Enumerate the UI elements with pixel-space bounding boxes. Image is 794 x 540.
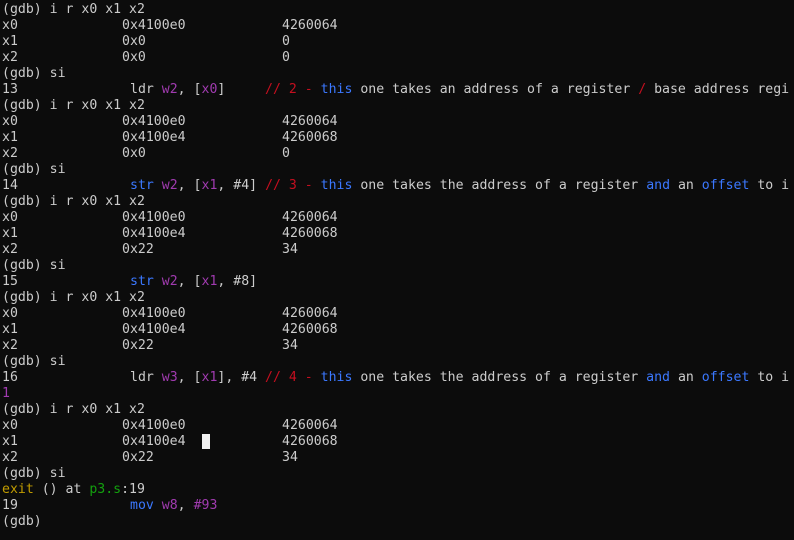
line-number: 19 [2,498,18,513]
register-row: x0 0x4100e0 4260064 [2,114,338,129]
gdb-terminal[interactable]: (gdb) i r x0 x1 x2 x0 0x4100e0 4260064 x1 0… [0,0,794,540]
wrapped-text: 1 [2,386,10,401]
register-row: x0 0x4100e0 4260064 [2,306,338,321]
source-line: 15 str w2, [x1, #8] [2,274,258,289]
register-row: x2 0x22 34 [2,450,298,465]
line-number: 16 [2,370,18,385]
command-line: (gdb) i r x0 x1 x2 [2,402,145,417]
register-row: x0 0x4100e0 4260064 [2,418,338,433]
command-line: (gdb) i r x0 x1 x2 [2,2,145,17]
register-row: x2 0x22 34 [2,338,298,353]
line-number: 15 [2,274,18,289]
register-row: x1 0x4100e4 4260068 [2,226,338,241]
line-number: 13 [2,82,18,97]
register-row: x1 0x0 0 [2,34,290,49]
register-row: x2 0x22 34 [2,242,298,257]
register-row: x2 0x0 0 [2,50,290,65]
command-line: (gdb) si [2,466,66,481]
register-row: x1 0x4100e4 4260068 [2,130,338,145]
command-line: (gdb) si [2,354,66,369]
command-line: (gdb) i r x0 x1 x2 [2,290,145,305]
source-line: 16 ldr w3, [x1], #4 // 4 - this one takes… [2,370,790,385]
command-line: (gdb) i r x0 x1 x2 [2,194,145,209]
register-row: x0 0x4100e0 4260064 [2,210,338,225]
text-cursor [202,434,210,449]
command-line: (gdb) si [2,162,66,177]
source-line: 19 mov w8, #93 [2,498,218,513]
register-row: x2 0x0 0 [2,146,290,161]
register-row: x1 0x4100e4 4260068 [2,322,338,337]
source-line: 14 str w2, [x1, #4] // 3 - this one takes… [2,178,790,193]
frame-info: exit () at p3.s:19 [2,482,145,497]
command-line: (gdb) si [2,66,66,81]
register-row: x0 0x4100e0 4260064 [2,18,338,33]
gdb-prompt[interactable]: (gdb) [2,514,794,530]
line-number: 14 [2,178,18,193]
source-line: 13 ldr w2, [x0] // 2 - this one takes an … [2,82,790,97]
command-line: (gdb) si [2,258,66,273]
command-line: (gdb) i r x0 x1 x2 [2,98,145,113]
register-row: x1 0x4100e4 4260068 [2,434,338,449]
